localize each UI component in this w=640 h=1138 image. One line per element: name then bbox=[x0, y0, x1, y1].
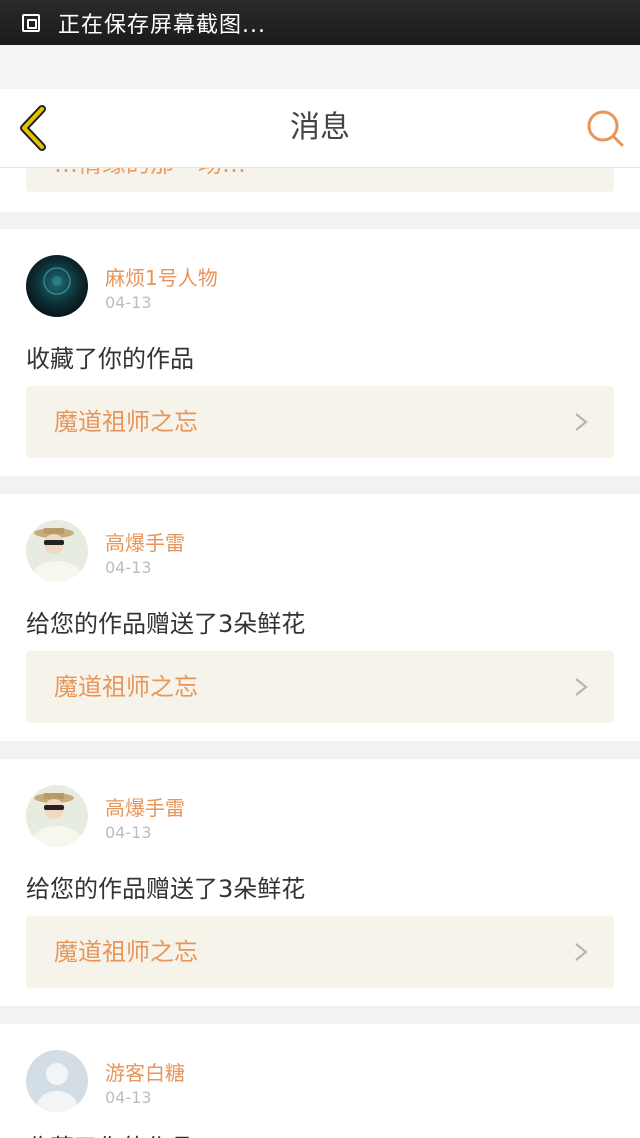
message-action: 收藏了你的作品 bbox=[26, 1128, 194, 1138]
work-title: 魔道祖师之忘 bbox=[54, 938, 198, 966]
message-card: 游客白糖 04-13 收藏了你的作品 bbox=[0, 1024, 640, 1138]
username[interactable]: 高爆手雷 bbox=[105, 527, 185, 556]
search-icon[interactable] bbox=[584, 107, 626, 149]
message-date: 04-13 bbox=[105, 293, 152, 312]
avatar[interactable] bbox=[26, 255, 88, 317]
work-link[interactable]: 魔道祖师之忘 bbox=[26, 651, 614, 723]
message-action: 收藏了你的作品 bbox=[26, 345, 194, 373]
message-card: 高爆手雷 04-13 给您的作品赠送了3朵鲜花 魔道祖师之忘 bbox=[0, 494, 640, 741]
username[interactable]: 高爆手雷 bbox=[105, 792, 185, 821]
username[interactable]: 游客白糖 bbox=[105, 1057, 185, 1086]
message-action: 给您的作品赠送了3朵鲜花 bbox=[26, 610, 306, 638]
message-card: 高爆手雷 04-13 给您的作品赠送了3朵鲜花 魔道祖师之忘 bbox=[0, 759, 640, 1006]
avatar[interactable] bbox=[26, 520, 88, 582]
chevron-right-icon bbox=[575, 943, 588, 961]
work-title: 魔道祖师之忘 bbox=[54, 408, 198, 436]
avatar[interactable] bbox=[26, 1050, 88, 1112]
chevron-right-icon bbox=[575, 678, 588, 696]
work-link[interactable]: 魔道祖师之忘 bbox=[26, 386, 614, 458]
message-card: 麻烦1号人物 04-13 收藏了你的作品 魔道祖师之忘 bbox=[0, 229, 640, 476]
message-feed[interactable]: …情缘的那一场… 麻烦1号人物 04-13 收藏了你的作品 魔道 bbox=[0, 0, 640, 1138]
avatar[interactable] bbox=[26, 785, 88, 847]
nav-bar: 消息 bbox=[0, 89, 640, 168]
work-link[interactable]: 魔道祖师之忘 bbox=[26, 916, 614, 988]
message-date: 04-13 bbox=[105, 558, 152, 577]
username[interactable]: 麻烦1号人物 bbox=[105, 262, 218, 291]
message-date: 04-13 bbox=[105, 823, 152, 842]
chevron-right-icon bbox=[575, 413, 588, 431]
page-title: 消息 bbox=[290, 110, 350, 145]
message-action: 给您的作品赠送了3朵鲜花 bbox=[26, 875, 306, 903]
message-date: 04-13 bbox=[105, 1088, 152, 1107]
work-title: 魔道祖师之忘 bbox=[54, 673, 198, 701]
